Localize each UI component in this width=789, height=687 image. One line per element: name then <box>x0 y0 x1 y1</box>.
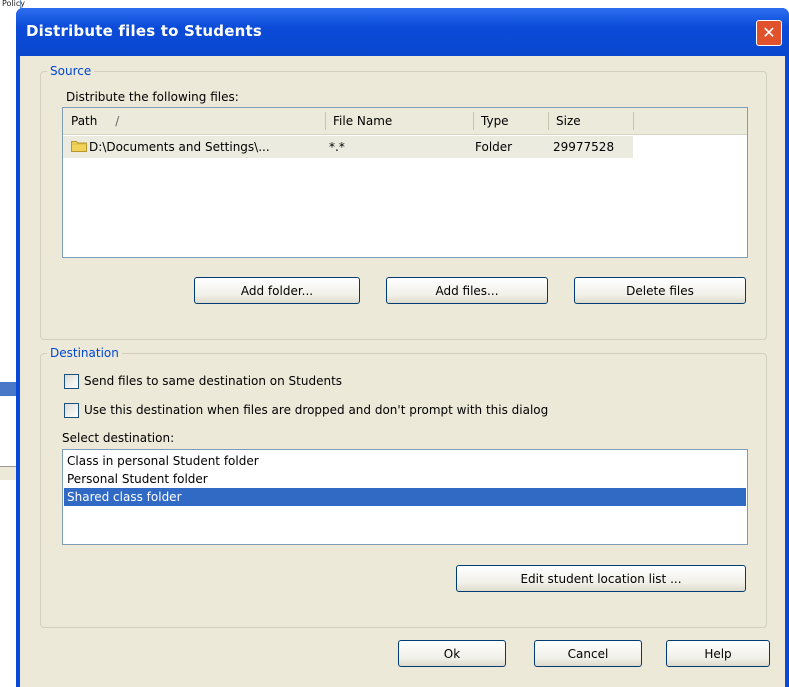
distribute-files-dialog: Distribute files to Students ✕ Source Di… <box>16 8 789 687</box>
background-header-label: Policy <box>2 0 26 8</box>
same-destination-checkbox[interactable] <box>64 374 79 389</box>
column-header-path-label: Path <box>71 114 98 128</box>
column-header-path[interactable]: Path / <box>63 108 325 134</box>
cancel-button[interactable]: Cancel <box>534 640 642 667</box>
file-list-header: Path / File Name Type Size <box>63 108 747 135</box>
list-item-selected[interactable]: Shared class folder <box>64 488 746 506</box>
close-icon: ✕ <box>762 23 776 42</box>
destination-list[interactable]: Class in personal Student folder Persona… <box>62 449 748 545</box>
dont-prompt-label[interactable]: Use this destination when files are drop… <box>84 403 548 417</box>
add-folder-button[interactable]: Add folder... <box>194 277 360 304</box>
file-list[interactable]: Path / File Name Type Size D:\Documents … <box>62 107 748 258</box>
dialog-title: Distribute files to Students <box>26 22 262 40</box>
add-files-button[interactable]: Add files... <box>386 277 548 304</box>
table-row[interactable]: D:\Documents and Settings\... *.* Folder… <box>63 136 633 158</box>
list-item[interactable]: Class in personal Student folder <box>64 452 746 470</box>
row-file-name: *.* <box>329 140 345 154</box>
delete-files-button[interactable]: Delete files <box>574 277 746 304</box>
destination-legend: Destination <box>50 346 119 360</box>
help-button[interactable]: Help <box>666 640 770 667</box>
column-header-size[interactable]: Size <box>548 108 633 134</box>
files-label: Distribute the following files: <box>66 90 239 104</box>
source-legend: Source <box>50 64 92 78</box>
ok-button[interactable]: Ok <box>398 640 506 667</box>
column-separator[interactable] <box>633 112 634 130</box>
sort-indicator-icon: / <box>115 114 120 128</box>
title-bar[interactable]: Distribute files to Students ✕ <box>16 8 789 56</box>
column-header-type[interactable]: Type <box>473 108 548 134</box>
row-size: 29977528 <box>553 140 615 154</box>
row-type: Folder <box>475 140 513 154</box>
row-path: D:\Documents and Settings\... <box>89 140 270 154</box>
same-destination-label[interactable]: Send files to same destination on Studen… <box>84 374 342 388</box>
dialog-client-area: Source Distribute the following files: P… <box>20 56 785 687</box>
list-item[interactable]: Personal Student folder <box>64 470 746 488</box>
column-header-file-name[interactable]: File Name <box>325 108 473 134</box>
edit-student-location-list-button[interactable]: Edit student location list ... <box>456 565 746 592</box>
dont-prompt-checkbox[interactable] <box>64 403 79 418</box>
close-button[interactable]: ✕ <box>756 20 782 46</box>
folder-icon <box>71 141 87 152</box>
select-destination-label: Select destination: <box>62 431 175 445</box>
